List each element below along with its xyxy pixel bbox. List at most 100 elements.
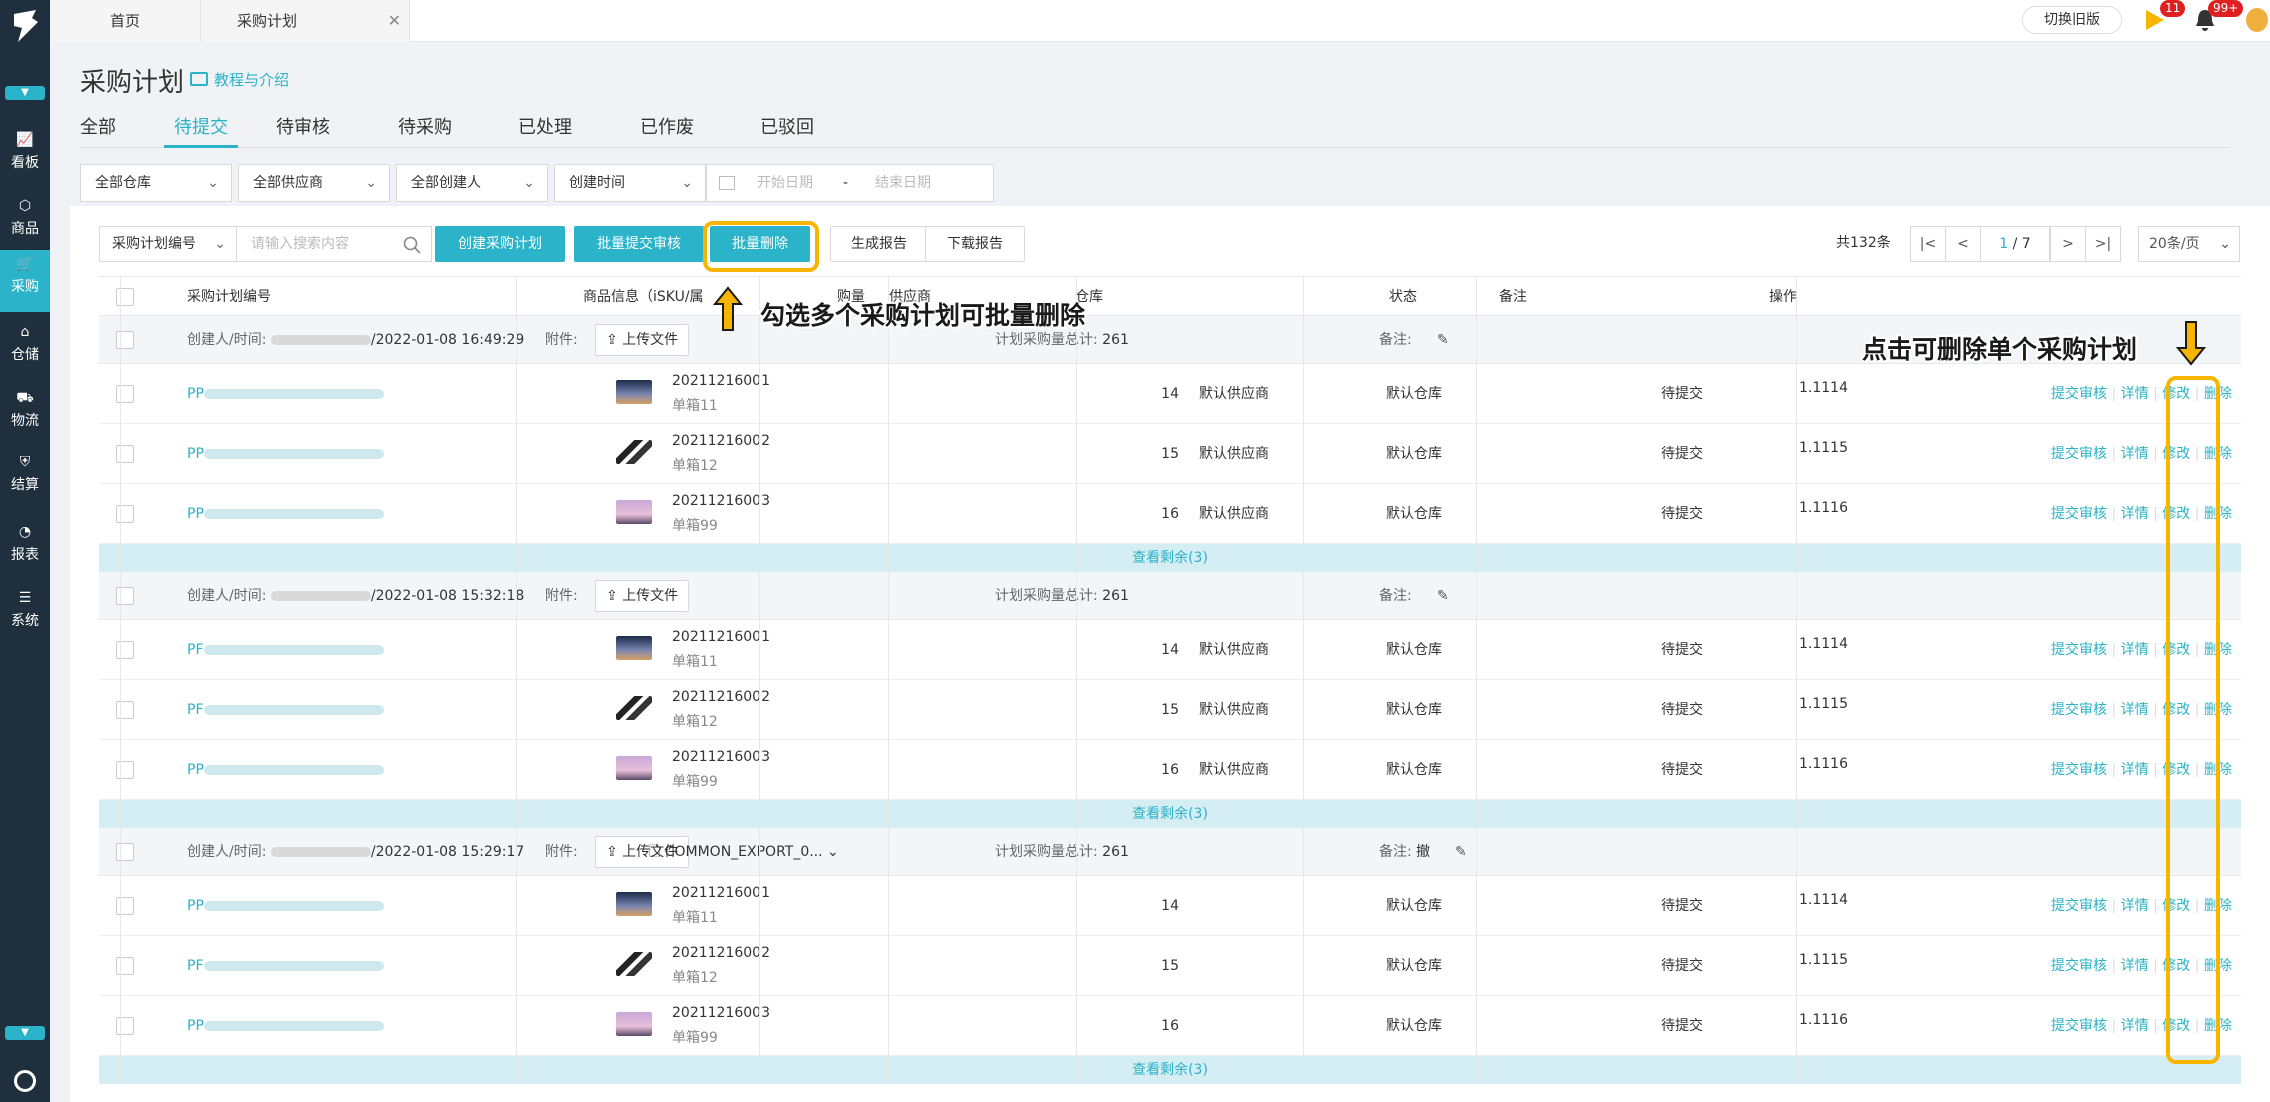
date-range-picker[interactable]: 开始日期 - 结束日期 bbox=[706, 164, 994, 202]
view-more-link[interactable]: 查看剩余(3) bbox=[99, 800, 2241, 828]
status-tab-6[interactable]: 已驳回 bbox=[760, 114, 814, 148]
detail-link[interactable]: 详情 bbox=[2121, 386, 2149, 402]
sidebar-item-7[interactable]: ☰ 系统 bbox=[0, 584, 50, 646]
view-more-link[interactable]: 查看剩余(3) bbox=[99, 1056, 2241, 1084]
row-checkbox[interactable] bbox=[116, 1017, 134, 1035]
status-tab-3[interactable]: 待采购 bbox=[398, 114, 452, 148]
row-checkbox[interactable] bbox=[116, 897, 134, 915]
submit-review-link[interactable]: 提交审核 bbox=[2051, 898, 2107, 914]
submit-review-link[interactable]: 提交审核 bbox=[2051, 386, 2107, 402]
search-icon[interactable] bbox=[403, 236, 421, 254]
view-more-link[interactable]: 查看剩余(3) bbox=[99, 544, 2241, 572]
plan-no-link[interactable]: PP bbox=[187, 364, 384, 424]
tab-home[interactable]: 首页 bbox=[50, 0, 200, 42]
warehouse-select[interactable]: 全部仓库 ⌄ bbox=[80, 164, 232, 202]
search-input[interactable]: 请输入搜索内容 bbox=[236, 226, 432, 262]
detail-link[interactable]: 详情 bbox=[2121, 958, 2149, 974]
tab-purchase-plan[interactable]: 采购计划 ✕ bbox=[200, 0, 410, 42]
upload-file-button[interactable]: ⇪ 上传文件 bbox=[595, 580, 690, 612]
detail-link[interactable]: 详情 bbox=[2121, 506, 2149, 522]
select-all-checkbox[interactable] bbox=[116, 288, 134, 306]
sidebar-item-0[interactable]: 📈 看板 bbox=[0, 126, 50, 188]
product-thumbnail[interactable] bbox=[616, 440, 652, 464]
user-icon[interactable] bbox=[14, 1070, 36, 1092]
time-type-select[interactable]: 创建时间 ⌄ bbox=[554, 164, 706, 202]
switch-old-version-button[interactable]: 切换旧版 bbox=[2022, 6, 2122, 34]
detail-link[interactable]: 详情 bbox=[2121, 446, 2149, 462]
product-thumbnail[interactable] bbox=[616, 952, 652, 976]
row-checkbox[interactable] bbox=[116, 761, 134, 779]
avatar[interactable] bbox=[2246, 8, 2268, 32]
plan-no-link[interactable]: PP bbox=[187, 484, 384, 544]
tutorial-link[interactable]: 教程与介绍 bbox=[190, 69, 289, 90]
first-page-button[interactable]: |< bbox=[1910, 226, 1946, 262]
detail-link[interactable]: 详情 bbox=[2121, 898, 2149, 914]
group-checkbox[interactable] bbox=[116, 587, 134, 605]
product-thumbnail[interactable] bbox=[616, 1012, 652, 1036]
search-type-select[interactable]: 采购计划编号 ⌄ bbox=[99, 226, 237, 262]
next-page-button[interactable]: > bbox=[2050, 226, 2086, 262]
status-tab-1[interactable]: 待提交 bbox=[164, 114, 238, 148]
page-input[interactable]: 1 / 7 bbox=[1980, 226, 2050, 262]
edit-icon[interactable]: ✎ bbox=[1455, 828, 1467, 876]
prev-page-button[interactable]: < bbox=[1945, 226, 1981, 262]
submit-review-link[interactable]: 提交审核 bbox=[2051, 762, 2107, 778]
row-checkbox[interactable] bbox=[116, 641, 134, 659]
sidebar-item-1[interactable]: ⬡ 商品 bbox=[0, 192, 50, 254]
end-date-input[interactable]: 结束日期 bbox=[875, 165, 931, 201]
status-tab-0[interactable]: 全部 bbox=[80, 114, 116, 148]
group-checkbox[interactable] bbox=[116, 331, 134, 349]
detail-link[interactable]: 详情 bbox=[2121, 762, 2149, 778]
attachment-file[interactable]: 🗋 COMMON_EXPORT_0... ⌄ bbox=[649, 828, 839, 876]
row-checkbox[interactable] bbox=[116, 957, 134, 975]
submit-review-link[interactable]: 提交审核 bbox=[2051, 642, 2107, 658]
submit-review-link[interactable]: 提交审核 bbox=[2051, 702, 2107, 718]
plan-no-link[interactable]: PF bbox=[187, 936, 384, 996]
product-thumbnail[interactable] bbox=[616, 756, 652, 780]
row-checkbox[interactable] bbox=[116, 505, 134, 523]
creator-select[interactable]: 全部创建人 ⌄ bbox=[396, 164, 548, 202]
group-checkbox[interactable] bbox=[116, 843, 134, 861]
detail-link[interactable]: 详情 bbox=[2121, 1018, 2149, 1034]
detail-link[interactable]: 详情 bbox=[2121, 702, 2149, 718]
submit-review-link[interactable]: 提交审核 bbox=[2051, 446, 2107, 462]
status-tab-2[interactable]: 待审核 bbox=[276, 114, 330, 148]
plan-no-link[interactable]: PF bbox=[187, 680, 384, 740]
sidebar-expand-button[interactable]: ▼ bbox=[5, 1026, 45, 1040]
submit-review-link[interactable]: 提交审核 bbox=[2051, 1018, 2107, 1034]
supplier-select[interactable]: 全部供应商 ⌄ bbox=[238, 164, 390, 202]
plan-no-link[interactable]: PP bbox=[187, 740, 384, 800]
status-tab-5[interactable]: 已作废 bbox=[640, 114, 694, 148]
product-thumbnail[interactable] bbox=[616, 892, 652, 916]
submit-review-link[interactable]: 提交审核 bbox=[2051, 506, 2107, 522]
sidebar-item-2[interactable]: 🛒 采购 bbox=[0, 250, 50, 312]
start-date-input[interactable]: 开始日期 bbox=[757, 165, 813, 201]
edit-icon[interactable]: ✎ bbox=[1437, 572, 1449, 620]
sidebar-item-5[interactable]: ⛨ 结算 bbox=[0, 448, 50, 510]
sidebar-item-3[interactable]: ⌂ 仓储 bbox=[0, 318, 50, 380]
row-checkbox[interactable] bbox=[116, 445, 134, 463]
last-page-button[interactable]: >| bbox=[2085, 226, 2121, 262]
sidebar-item-4[interactable]: ⛟ 物流 bbox=[0, 384, 50, 446]
product-thumbnail[interactable] bbox=[616, 696, 652, 720]
generate-report-button[interactable]: 生成报告 bbox=[830, 226, 928, 262]
sidebar-collapse-button[interactable]: ▼ bbox=[5, 86, 45, 100]
submit-review-link[interactable]: 提交审核 bbox=[2051, 958, 2107, 974]
row-checkbox[interactable] bbox=[116, 385, 134, 403]
product-thumbnail[interactable] bbox=[616, 380, 652, 404]
page-size-select[interactable]: 20条/页 ⌄ bbox=[2138, 226, 2240, 262]
product-thumbnail[interactable] bbox=[616, 500, 652, 524]
create-plan-button[interactable]: 创建采购计划 bbox=[435, 226, 565, 262]
sidebar-item-6[interactable]: ◔ 报表 bbox=[0, 518, 50, 580]
close-icon[interactable]: ✕ bbox=[388, 0, 401, 42]
row-checkbox[interactable] bbox=[116, 701, 134, 719]
download-report-button[interactable]: 下载报告 bbox=[925, 226, 1025, 262]
detail-link[interactable]: 详情 bbox=[2121, 642, 2149, 658]
product-thumbnail[interactable] bbox=[616, 636, 652, 660]
status-tab-4[interactable]: 已处理 bbox=[518, 114, 572, 148]
edit-icon[interactable]: ✎ bbox=[1437, 316, 1449, 364]
plan-no-link[interactable]: PP bbox=[187, 996, 384, 1056]
plan-no-link[interactable]: PP bbox=[187, 876, 384, 936]
batch-submit-button[interactable]: 批量提交审核 bbox=[574, 226, 704, 262]
upload-file-button[interactable]: ⇪ 上传文件 bbox=[595, 324, 690, 356]
